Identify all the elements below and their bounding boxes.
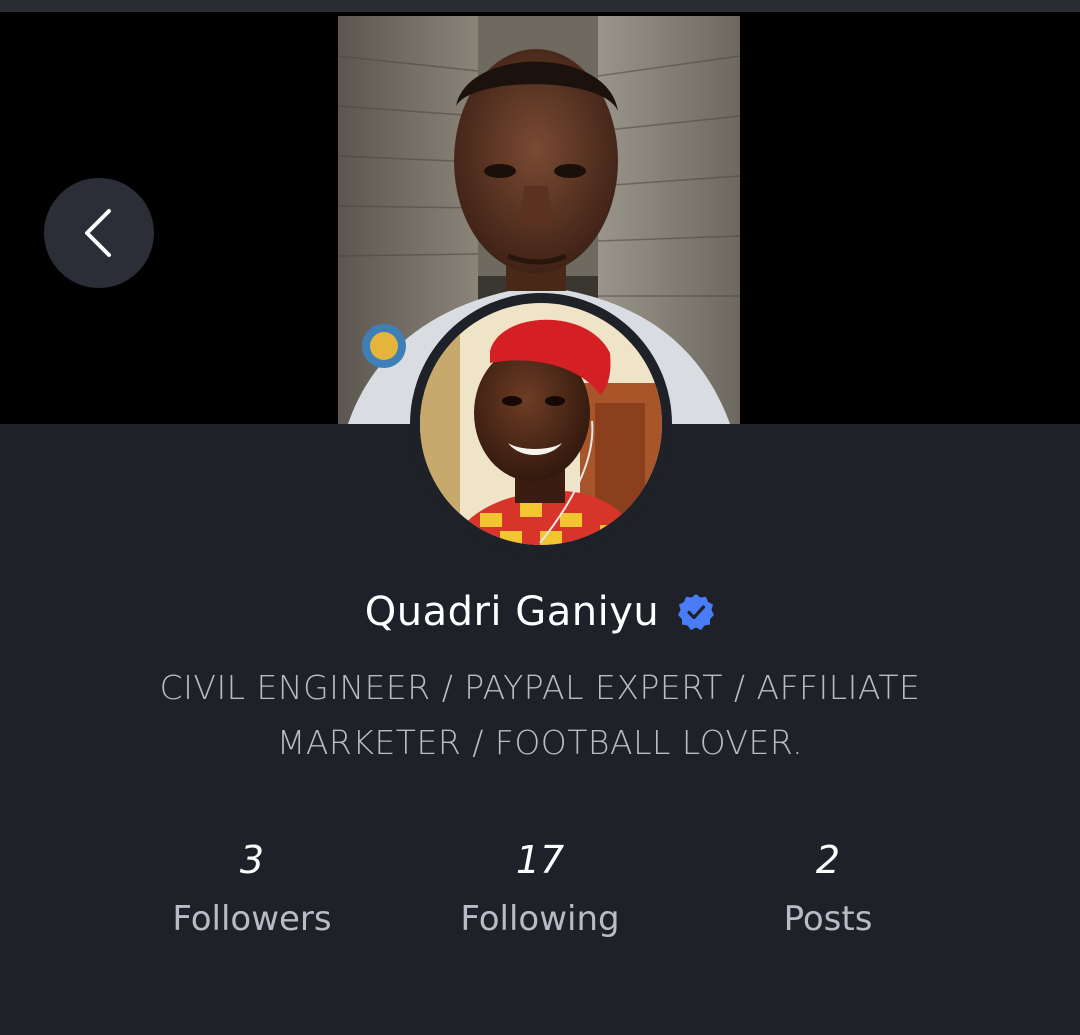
following-count: 17 <box>515 838 565 882</box>
followers-label: Followers <box>172 899 332 939</box>
status-bar-strip <box>0 0 1080 12</box>
verified-badge-icon <box>677 593 715 631</box>
profile-name: Quadri Ganiyu <box>364 589 660 635</box>
back-button[interactable] <box>44 178 154 288</box>
posts-count: 2 <box>815 838 841 882</box>
avatar-frame <box>410 293 672 555</box>
profile-screen: Quadri Ganiyu CIVIL ENGINEER / PAYPAL EX… <box>0 0 1080 1035</box>
posts-label: Posts <box>783 899 873 939</box>
chevron-left-icon <box>85 209 111 257</box>
profile-bio: CIVIL ENGINEER / PAYPAL EXPERT / AFFILIA… <box>159 668 921 762</box>
posts-stat[interactable]: 2 Posts <box>698 832 958 950</box>
avatar[interactable] <box>420 303 662 545</box>
following-label: Following <box>460 899 620 939</box>
followers-count: 3 <box>239 838 265 882</box>
followers-stat[interactable]: 3 Followers <box>122 832 382 950</box>
profile-name-row: Quadri Ganiyu <box>0 582 1080 642</box>
following-stat[interactable]: 17 Following <box>410 832 670 950</box>
